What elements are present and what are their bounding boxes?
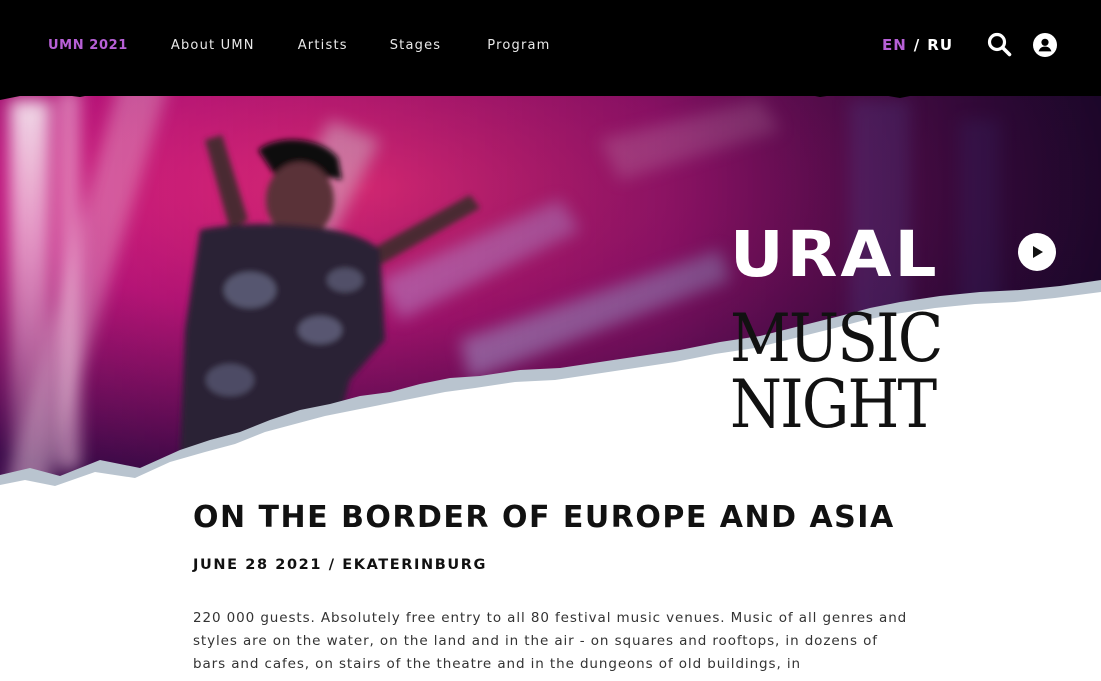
lang-ru-link[interactable]: RU — [927, 36, 953, 54]
nav-item-program[interactable]: Program — [487, 38, 550, 53]
main-nav: UMN 2021 About UMN Artists Stages Progra… — [48, 38, 551, 53]
play-icon — [1033, 246, 1043, 258]
logo-ural: URAL — [730, 217, 940, 292]
event-dateline: JUNE 28 2021 / EKATERINBURG — [193, 557, 488, 573]
festival-logo: URAL MUSIC NIGHT — [730, 222, 965, 438]
intro-section: ON THE BORDER OF EUROPE AND ASIA JUNE 28… — [193, 500, 913, 676]
page-headline: ON THE BORDER OF EUROPE AND ASIA — [193, 500, 895, 535]
lang-separator: / — [913, 35, 921, 54]
language-switcher: EN / RU — [882, 36, 953, 54]
search-icon[interactable] — [987, 32, 1012, 57]
intro-paragraph: 220 000 guests. Absolutely free entry to… — [193, 610, 908, 672]
logo-night: NIGHT — [730, 366, 937, 443]
logo-music: MUSIC — [730, 300, 943, 377]
nav-item-artists[interactable]: Artists — [298, 38, 348, 53]
nav-item-about[interactable]: About UMN — [171, 38, 255, 53]
site-header: UMN 2021 About UMN Artists Stages Progra… — [0, 0, 1101, 96]
nav-brand-link[interactable]: UMN 2021 — [48, 38, 128, 53]
play-video-button[interactable] — [1018, 233, 1056, 271]
header-tools: EN / RU — [882, 32, 1057, 57]
user-icon[interactable] — [1033, 32, 1057, 57]
nav-item-stages[interactable]: Stages — [390, 38, 442, 53]
lang-en-link[interactable]: EN — [882, 36, 907, 54]
